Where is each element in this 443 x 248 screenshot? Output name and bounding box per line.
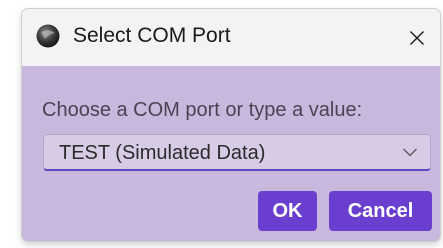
- cancel-button[interactable]: Cancel: [329, 191, 432, 231]
- com-port-selected-value[interactable]: TEST (Simulated Data): [59, 141, 265, 165]
- prompt-label: Choose a COM port or type a value:: [42, 99, 363, 121]
- title-bar[interactable]: Select COM Port: [22, 9, 440, 66]
- app-logo-icon: [36, 24, 60, 48]
- dialog-body: Choose a COM port or type a value: TEST …: [22, 66, 440, 241]
- select-com-port-dialog: Select COM Port Choose a COM port or typ…: [22, 9, 440, 241]
- close-button[interactable]: [394, 9, 440, 66]
- close-icon: [410, 30, 424, 45]
- com-port-combobox[interactable]: TEST (Simulated Data): [43, 134, 431, 171]
- window-title: Select COM Port: [73, 24, 231, 47]
- ok-button[interactable]: OK: [258, 191, 317, 231]
- chevron-down-icon[interactable]: [402, 146, 418, 158]
